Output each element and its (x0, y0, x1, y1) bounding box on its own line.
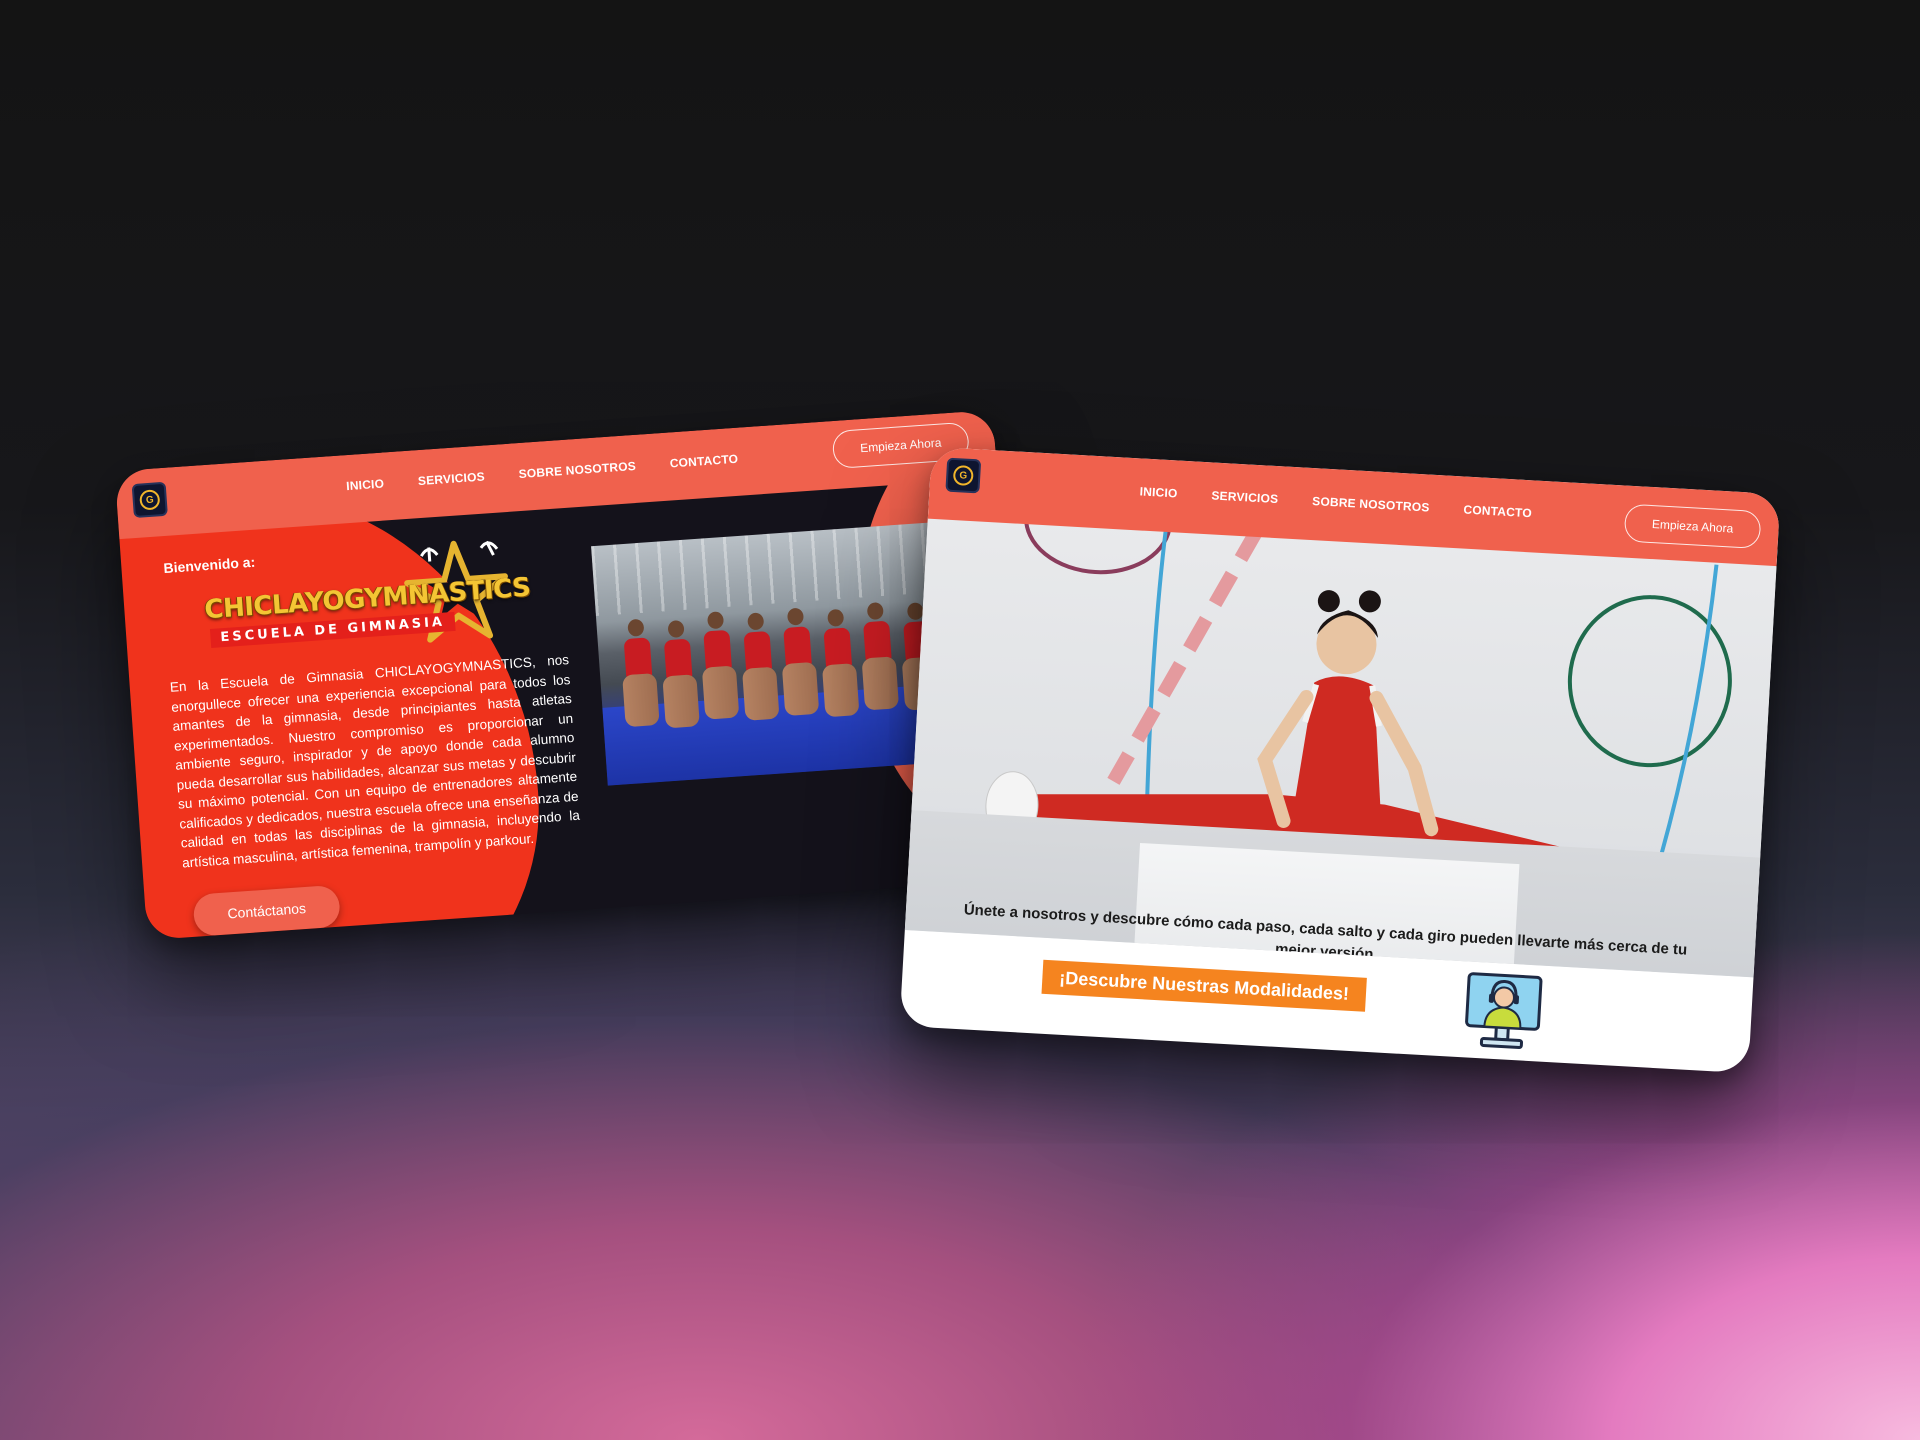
right-nav-links: INICIO SERVICIOS SOBRE NOSOTROS CONTACTO (1139, 484, 1532, 520)
nav-servicios[interactable]: SERVICIOS (1211, 488, 1279, 506)
left-navbar: G INICIO SERVICIOS SOBRE NOSOTROS CONTAC… (114, 409, 998, 540)
logo-icon[interactable]: G (131, 481, 168, 519)
gymnast-figure (818, 608, 860, 718)
gymnast-figure (738, 612, 780, 721)
nav-inicio[interactable]: INICIO (346, 477, 385, 494)
descubre-modalidades-button[interactable]: ¡Descubre Nuestras Modalidades! (1041, 959, 1367, 1012)
empieza-ahora-button[interactable]: Empieza Ahora (1623, 503, 1762, 550)
nav-contacto[interactable]: CONTACTO (1463, 503, 1532, 521)
gymnast-figure (658, 619, 700, 729)
nav-sobre-nosotros[interactable]: SOBRE NOSOTROS (518, 459, 636, 481)
nav-sobre-nosotros[interactable]: SOBRE NOSOTROS (1312, 494, 1430, 515)
gymnast-figure (858, 601, 900, 711)
left-website-mockup: G INICIO SERVICIOS SOBRE NOSOTROS CONTAC… (114, 409, 1026, 941)
left-nav-links: INICIO SERVICIOS SOBRE NOSOTROS CONTACTO (346, 452, 739, 493)
hero-image: Únete a nosotros y descubre cómo cada pa… (904, 500, 1778, 978)
contactanos-button[interactable]: Contáctanos (192, 884, 341, 937)
nav-inicio[interactable]: INICIO (1139, 484, 1178, 500)
gymnast-figure (618, 618, 660, 728)
support-agent-monitor-icon (1465, 972, 1543, 1049)
right-website-mockup: Únete a nosotros y descubre cómo cada pa… (899, 446, 1781, 1074)
gymnast-figure (778, 607, 820, 717)
brand-logo: CHICLAYOGYMNASTICS ESCUELA DE GIMNASIA (201, 532, 531, 663)
nav-contacto[interactable]: CONTACTO (669, 452, 738, 471)
intro-paragraph: En la Escuela de Gimnasia CHICLAYOGYMNAS… (169, 652, 581, 870)
gymnast-figure (698, 611, 740, 720)
nav-servicios[interactable]: SERVICIOS (417, 469, 485, 488)
logo-icon[interactable]: G (945, 457, 982, 494)
